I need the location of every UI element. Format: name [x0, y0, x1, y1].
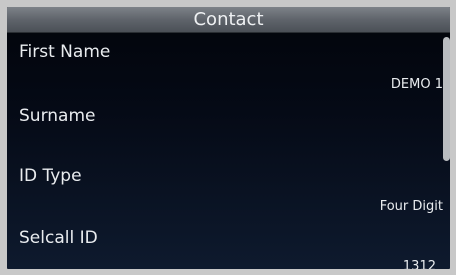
- field-label-surname: Surname: [19, 106, 96, 126]
- contact-display: Contact First Name DEMO 1 Surname ID Typ…: [7, 7, 450, 269]
- field-value-first-name: DEMO 1: [390, 77, 443, 92]
- title-bar: Contact: [7, 7, 450, 33]
- field-label-id-type: ID Type: [19, 166, 82, 186]
- field-surname[interactable]: Surname: [7, 93, 443, 153]
- field-id-type[interactable]: ID Type Four Digit: [7, 153, 443, 214]
- field-label-selcall-id: Selcall ID: [19, 228, 98, 248]
- page-title: Contact: [193, 9, 264, 30]
- field-label-first-name: First Name: [19, 42, 111, 62]
- device-screen: Contact First Name DEMO 1 Surname ID Typ…: [0, 0, 456, 275]
- scrollbar[interactable]: [443, 37, 450, 161]
- field-value-selcall-id: 1312: [402, 259, 436, 269]
- field-first-name[interactable]: First Name DEMO 1: [7, 33, 443, 93]
- field-selcall-id[interactable]: Selcall ID 1312: [7, 213, 443, 269]
